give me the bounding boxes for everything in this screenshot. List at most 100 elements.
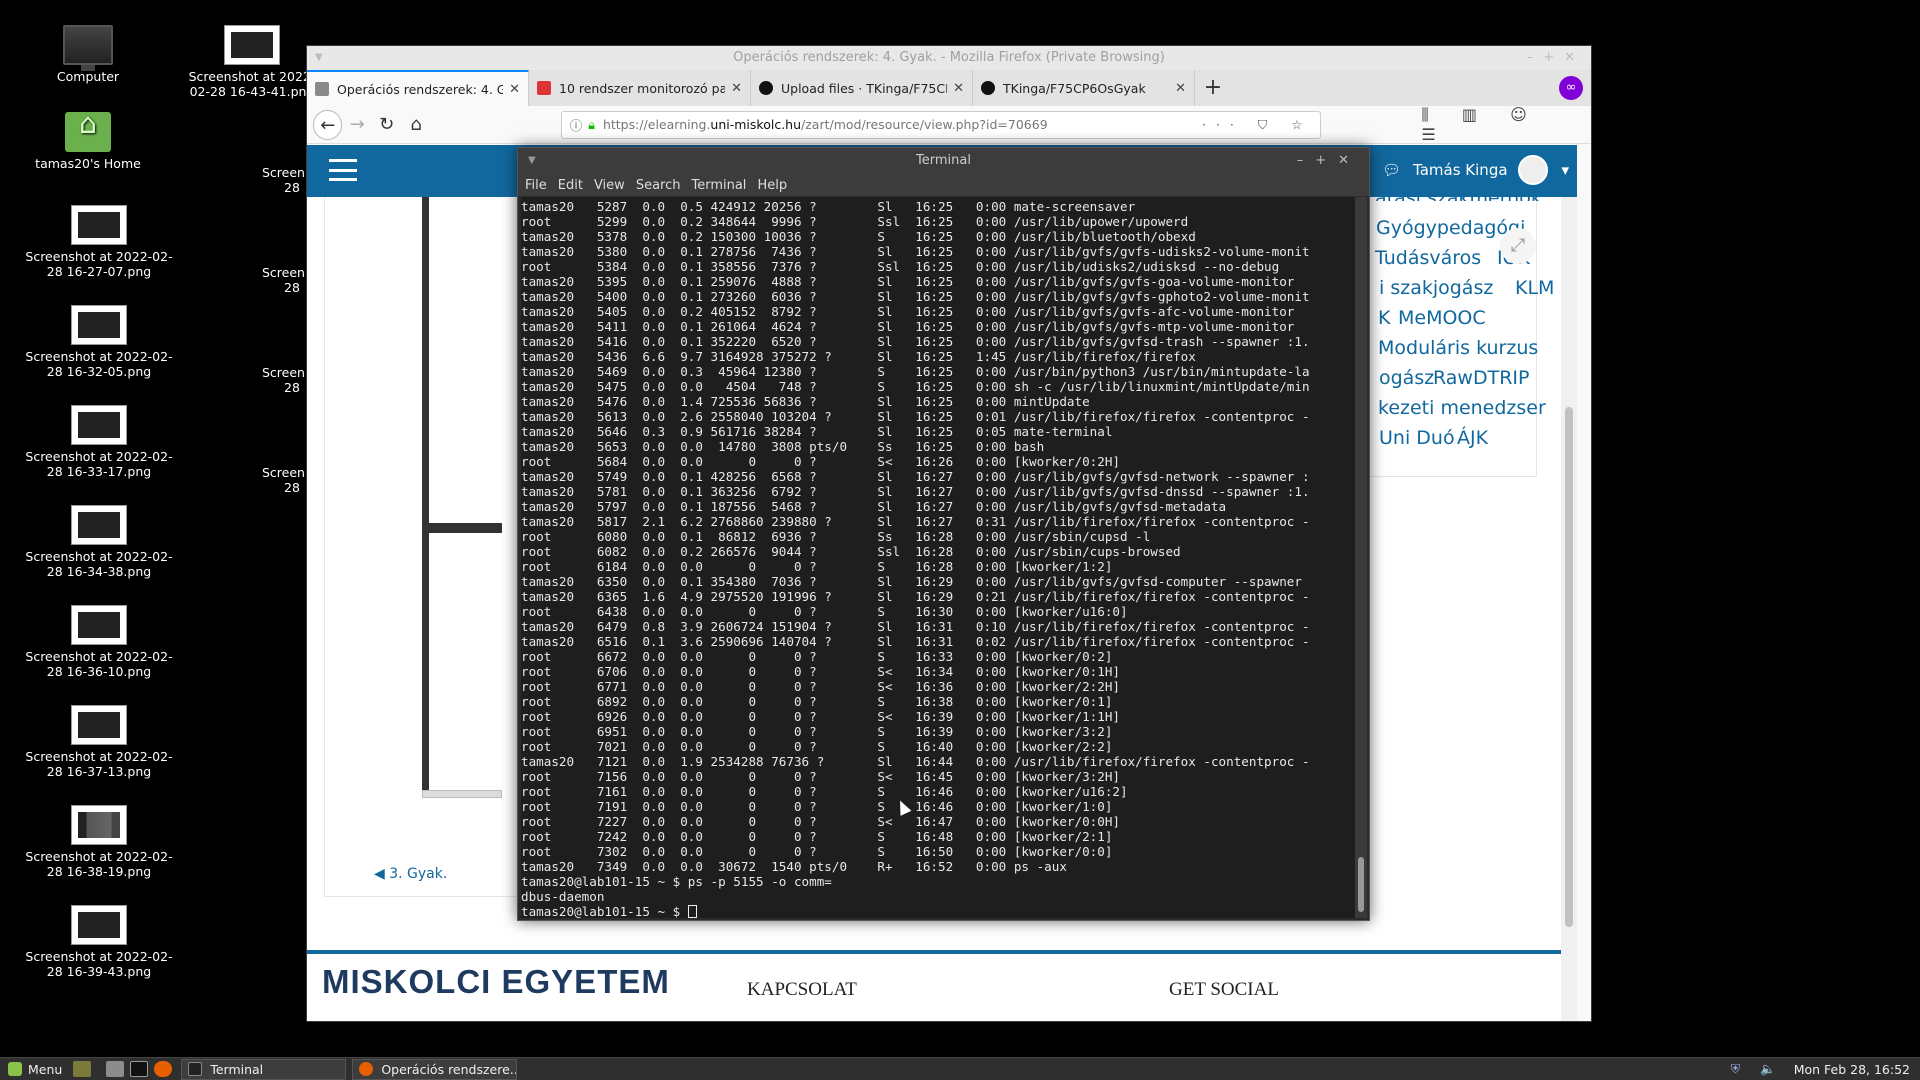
terminal-prompt-line[interactable]: tamas20@lab101-15 ~ $ [521,904,1356,918]
desktop-icon-screenshot[interactable]: Screenshot at 2022-02-28 16-32-05.png [24,305,174,379]
tag-link[interactable]: KLM [1515,277,1554,299]
desktop-icon-home[interactable]: tamas20's Home [13,112,163,171]
terminal-line: root 6771 0.0 0.0 0 0 ? S< 16:36 0:00 [k… [521,679,1120,694]
start-menu-button[interactable]: Menu [0,1062,70,1077]
desktop-icon-computer[interactable]: Computer [13,25,163,84]
tag-link[interactable]: Moduláris kurzus [1378,337,1538,359]
tag-link[interactable]: Tudásváros [1375,247,1481,269]
tag-link[interactable]: K [1378,307,1390,329]
close-icon[interactable]: ✕ [509,82,520,97]
tag-link[interactable]: RawDTRIP [1433,367,1529,389]
menu-search[interactable]: Search [636,178,681,193]
file-manager-icon[interactable] [106,1061,125,1077]
tag-link[interactable]: MeMOOC [1398,307,1486,329]
system-tray: ⛨ 🔈 Mon Feb 28, 16:52 [1731,1061,1920,1077]
terminal-line: tamas20 5653 0.0 0.0 14780 3808 pts/0 Ss… [521,439,1045,454]
terminal-launcher-icon[interactable] [130,1061,149,1077]
window-menu-icon[interactable]: ▼ [528,148,536,174]
tab-github-repo[interactable]: TKinga/F75CP6OsGyak ✕ [973,70,1195,106]
tag-link[interactable]: atasi szakmérnök [1375,187,1542,201]
clock[interactable]: Mon Feb 28, 16:52 [1794,1062,1910,1077]
avatar[interactable] [1517,155,1548,185]
previous-activity-link[interactable]: ◀ 3. Gyak. [374,866,447,882]
expand-icon[interactable]: ⤢ [1500,228,1536,264]
desktop-icon-label: 28 [284,180,300,195]
desktop-icon-label: Screen [262,165,305,180]
tab-label: TKinga/F75CP6OsGyak [1003,80,1146,96]
tab-operacios-rendszerek[interactable]: Operációs rendszerek: 4. Gya ✕ [307,70,529,106]
desktop-icon-label: Screen [262,265,305,280]
window-menu-icon[interactable]: ▼ [315,46,323,70]
url-suffix: /zart/mod/resource/view.php?id=70669 [801,117,1048,132]
home-button[interactable]: ⌂ [401,110,430,140]
chat-bubble-icon[interactable]: 💬︎ [1382,161,1401,179]
tab-rendszer-monitorozo[interactable]: 10 rendszer monitorozó para ✕ [529,70,751,106]
page-scrollbar[interactable] [1561,197,1577,1021]
firefox-launcher-icon[interactable] [154,1061,173,1077]
tab-upload-files[interactable]: Upload files · TKinga/F75CP6 ✕ [751,70,973,106]
menu-file[interactable]: File [525,178,547,193]
info-icon[interactable]: ⓘ [570,115,583,134]
url-bar[interactable]: ⓘ 🔒︎ https://elearning. uni-miskolc.hu/za… [560,110,1322,139]
desktop-icon-screenshot[interactable]: Screenshot at 2022-02-28 16-38-19.png [24,805,174,879]
terminal-line: root 7156 0.0 0.0 0 0 ? S< 16:45 0:00 [k… [521,769,1120,784]
user-menu[interactable]: 💬︎ Tamás Kinga ▾ [1382,155,1569,185]
desktop-icon-screenshot[interactable]: Screenshot at 2022-02-28 16-36-10.png [24,605,174,679]
image-file-icon [224,25,280,65]
terminal-titlebar[interactable]: ▼ Terminal –+✕ [518,148,1369,174]
window-controls[interactable]: –+✕ [1297,148,1361,174]
toolbar-right-icons[interactable]: ⫼ ▥ ☺ ☰ [1421,105,1585,144]
desktop-icon-screenshot[interactable]: Screenshot at 2022-02-28 16-43-41.png [182,25,322,99]
desktop-icon-screenshot[interactable]: Screenshot at 2022-02-28 16-27-07.png [24,205,174,279]
tag-link[interactable]: i szakjogász [1379,277,1493,299]
menu-view[interactable]: View [594,178,625,193]
diagram-scrollbar[interactable] [422,790,502,798]
firefox-titlebar[interactable]: ▼ Operációs rendszerek: 4. Gyak. - Mozil… [307,46,1591,70]
menu-terminal[interactable]: Terminal [691,178,746,193]
terminal-line: tamas20 5469 0.0 0.3 45964 12380 ? S 16:… [521,364,1310,379]
private-browsing-icon: ∞ [1559,76,1583,100]
terminal-line: root 6184 0.0 0.0 0 0 ? S 16:28 0:00 [kw… [521,559,1113,574]
forward-button[interactable]: → [342,110,371,140]
desktop-icon-screenshot[interactable]: Screenshot at 2022-02-28 16-34-38.png [24,505,174,579]
taskbar-task-firefox[interactable]: Operációs rendszere... [352,1058,518,1080]
desktop-icon-screenshot[interactable]: Screenshot at 2022-02-28 16-37-13.png [24,705,174,779]
menu-help[interactable]: Help [757,178,787,193]
desktop-icon-partial[interactable]: Screen 28 [262,365,306,395]
mint-logo-icon [8,1062,22,1076]
terminal-line: root 6926 0.0 0.0 0 0 ? S< 16:39 0:00 [k… [521,709,1120,724]
tab-label: 10 rendszer monitorozó para [559,80,726,96]
terminal-output[interactable]: tamas20 5287 0.0 0.5 424912 20256 ? Sl 1… [521,197,1356,918]
tag-link[interactable]: kezeti menedzser [1378,397,1546,419]
terminal-line: tamas20 5436 6.6 9.7 3164928 375272 ? Sl… [521,349,1196,364]
desktop-icon-screenshot[interactable]: Screenshot at 2022-02-28 16-39-43.png [24,905,174,979]
close-icon[interactable]: ✕ [1175,81,1186,96]
image-file-icon [71,805,127,845]
tag-link[interactable]: ÁJK [1457,427,1488,449]
desktop-icon-label: Screenshot at 2022-02-28 16-38-19.png [25,849,173,879]
window-controls[interactable]: –+✕ [1527,46,1585,70]
new-tab-button[interactable]: + [1195,70,1231,106]
tag-link[interactable]: ogász [1379,367,1434,389]
close-icon[interactable]: ✕ [953,81,964,96]
desktop-icon-partial[interactable]: Screen 28 [262,465,306,495]
desktop-icon-partial[interactable]: Screen 28 [262,265,306,295]
terminal-line: root 7302 0.0 0.0 0 0 ? S 16:50 0:00 [kw… [521,844,1113,859]
tray-icons[interactable]: ⛨ 🔈 [1731,1061,1784,1077]
desktop-icon-label: Screenshot at 2022-02-28 16-37-13.png [25,749,173,779]
show-desktop-icon[interactable] [73,1061,92,1077]
caret-down-icon[interactable]: ▾ [1562,161,1570,179]
desktop-icon-partial[interactable]: Screen 28 [262,165,306,195]
close-icon[interactable]: ✕ [731,81,742,96]
taskbar-task-terminal[interactable]: Terminal [181,1058,347,1080]
university-logo[interactable]: MISKOLCI EGYETEM [322,963,670,1005]
image-file-icon [71,505,127,545]
tag-link[interactable]: Uni Duó [1379,427,1455,449]
reload-button[interactable]: ↻ [372,110,401,140]
terminal-scrollbar[interactable] [1355,197,1367,918]
desktop-icon-screenshot[interactable]: Screenshot at 2022-02-28 16-33-17.png [24,405,174,479]
hamburger-menu-icon[interactable] [329,159,357,181]
back-button[interactable]: ← [313,109,343,140]
menu-edit[interactable]: Edit [558,178,583,193]
page-actions-icon[interactable]: ··· ⛉ ☆ [1202,117,1312,133]
